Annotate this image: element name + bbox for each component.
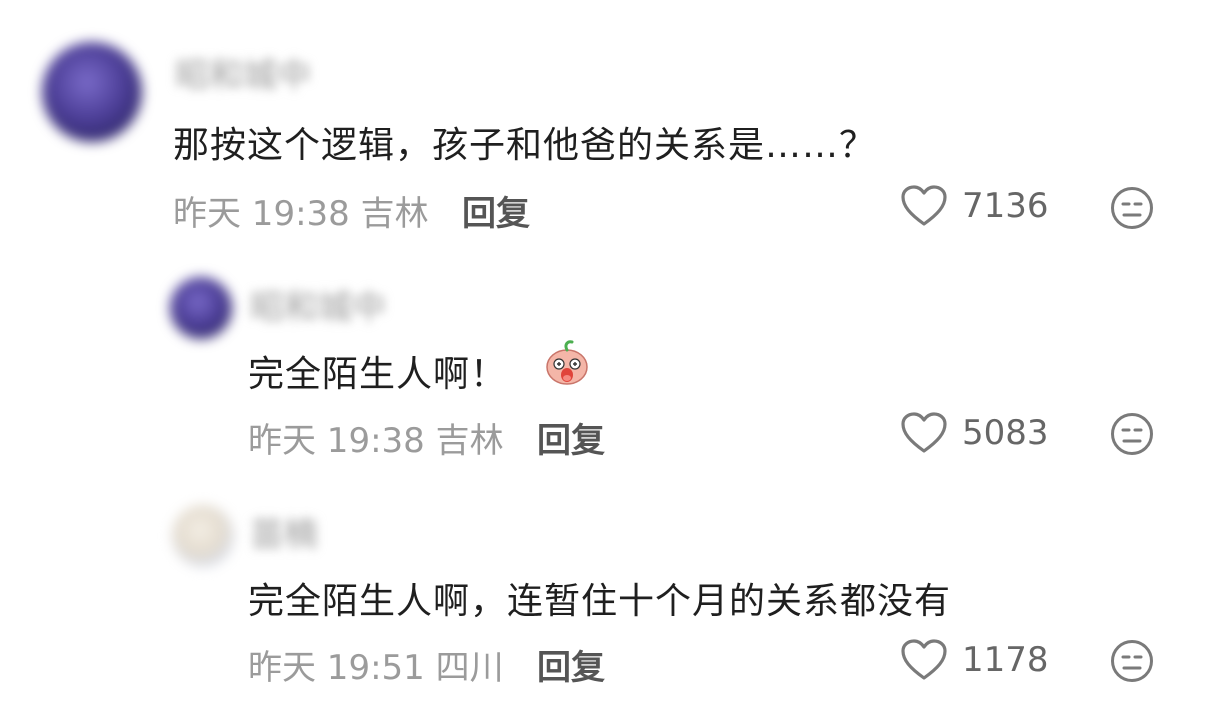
comment-item: 昭和城中 完全陌生人啊！ 昨天 19:38 吉林 回复 5083 bbox=[0, 250, 1220, 480]
comment-time: 昨天 19:38 bbox=[248, 421, 425, 461]
reply-button[interactable]: 回复 bbox=[462, 186, 530, 235]
like-count: 1178 bbox=[962, 640, 1049, 680]
comment-text: 完全陌生人啊！ bbox=[248, 354, 508, 395]
like-button[interactable]: 7136 bbox=[900, 184, 1049, 228]
reply-button[interactable]: 回复 bbox=[537, 413, 605, 462]
comment-time: 昨天 19:38 bbox=[173, 194, 350, 234]
comment-location: 吉林 bbox=[360, 194, 429, 234]
like-button[interactable]: 5083 bbox=[900, 411, 1049, 455]
comment-text: 那按这个逻辑，孩子和他爸的关系是……？ bbox=[173, 125, 877, 166]
heart-outline-icon[interactable] bbox=[900, 411, 948, 455]
comment-location: 吉林 bbox=[435, 421, 504, 461]
avatar[interactable] bbox=[172, 505, 234, 567]
comment-item: 昭和城中 那按这个逻辑，孩子和他爸的关系是……？ 昨天 19:38 吉林 回复 … bbox=[0, 0, 1220, 250]
comment-meta: 昨天 19:38 吉林 bbox=[248, 413, 504, 462]
neutral-face-icon[interactable] bbox=[1110, 639, 1154, 683]
comment-location: 四川 bbox=[435, 648, 504, 688]
like-count: 7136 bbox=[962, 186, 1049, 226]
heart-outline-icon[interactable] bbox=[900, 638, 948, 682]
reply-button[interactable]: 回复 bbox=[537, 640, 605, 689]
like-button[interactable]: 1178 bbox=[900, 638, 1049, 682]
comment-meta: 昨天 19:51 四川 bbox=[248, 640, 504, 689]
username[interactable]: 昭和城中 bbox=[250, 280, 386, 329]
surprised-sticker-icon bbox=[546, 340, 588, 385]
like-count: 5083 bbox=[962, 413, 1049, 453]
comment-time: 昨天 19:51 bbox=[248, 648, 425, 688]
neutral-face-icon[interactable] bbox=[1110, 186, 1154, 230]
avatar[interactable] bbox=[170, 277, 232, 339]
neutral-face-icon[interactable] bbox=[1110, 412, 1154, 456]
username[interactable]: 昭和城中 bbox=[175, 48, 311, 97]
avatar[interactable] bbox=[42, 42, 142, 142]
comment-item: 苗楠 完全陌生人啊，连暂住十个月的关系都没有 昨天 19:51 四川 回复 11… bbox=[0, 480, 1220, 705]
username[interactable]: 苗楠 bbox=[250, 507, 318, 556]
comment-meta: 昨天 19:38 吉林 bbox=[173, 186, 429, 235]
heart-outline-icon[interactable] bbox=[900, 184, 948, 228]
comment-text: 完全陌生人啊，连暂住十个月的关系都没有 bbox=[248, 581, 952, 622]
